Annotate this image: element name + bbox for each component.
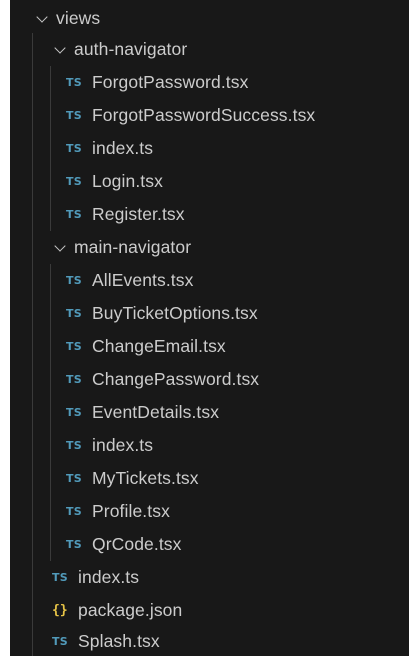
- folder-label: main-navigator: [74, 237, 192, 257]
- file-item-forgot-password-success[interactable]: TS ForgotPasswordSuccess.tsx: [10, 99, 409, 132]
- chevron-down-icon: [54, 44, 66, 56]
- file-label: Login.tsx: [92, 171, 163, 191]
- typescript-file-icon: TS: [66, 142, 82, 155]
- typescript-file-icon: TS: [66, 175, 82, 188]
- file-label: index.ts: [78, 567, 140, 587]
- chevron-down-icon: [54, 242, 66, 254]
- file-label: QrCode.tsx: [92, 534, 182, 554]
- file-item-forgot-password[interactable]: TS ForgotPassword.tsx: [10, 66, 409, 99]
- typescript-file-icon: TS: [66, 538, 82, 551]
- file-label: Splash.tsx: [78, 631, 160, 651]
- file-label: index.ts: [92, 138, 154, 158]
- file-item-profile[interactable]: TS Profile.tsx: [10, 495, 409, 528]
- folder-label: auth-navigator: [74, 39, 188, 59]
- typescript-file-icon: TS: [66, 307, 82, 320]
- typescript-file-icon: TS: [66, 472, 82, 485]
- file-label: index.ts: [92, 435, 154, 455]
- typescript-file-icon: TS: [66, 340, 82, 353]
- file-label: ForgotPasswordSuccess.tsx: [92, 105, 316, 125]
- typescript-file-icon: TS: [66, 109, 82, 122]
- file-label: ChangePassword.tsx: [92, 369, 260, 389]
- file-label: ChangeEmail.tsx: [92, 336, 226, 356]
- file-item-change-email[interactable]: TS ChangeEmail.tsx: [10, 330, 409, 363]
- typescript-file-icon: TS: [66, 439, 82, 452]
- typescript-file-icon: TS: [66, 208, 82, 221]
- file-label: BuyTicketOptions.tsx: [92, 303, 258, 323]
- file-label: ForgotPassword.tsx: [92, 72, 249, 92]
- file-item-auth-index[interactable]: TS index.ts: [10, 132, 409, 165]
- chevron-down-icon: [36, 13, 48, 25]
- folder-auth-navigator[interactable]: auth-navigator: [10, 33, 409, 66]
- json-file-icon: {}: [52, 603, 68, 618]
- typescript-file-icon: TS: [66, 373, 82, 386]
- file-item-register[interactable]: TS Register.tsx: [10, 198, 409, 231]
- typescript-file-icon: TS: [66, 76, 82, 89]
- typescript-file-icon: TS: [66, 406, 82, 419]
- folder-main-navigator[interactable]: main-navigator: [10, 231, 409, 264]
- file-label: package.json: [78, 600, 183, 620]
- folder-label: views: [56, 8, 101, 28]
- typescript-file-icon: TS: [66, 274, 82, 287]
- file-item-change-password[interactable]: TS ChangePassword.tsx: [10, 363, 409, 396]
- file-label: AllEvents.tsx: [92, 270, 194, 290]
- file-label: MyTickets.tsx: [92, 468, 199, 488]
- file-item-main-index[interactable]: TS index.ts: [10, 429, 409, 462]
- typescript-file-icon: TS: [52, 635, 68, 648]
- file-item-package-json[interactable]: {} package.json: [10, 594, 409, 627]
- file-item-views-index[interactable]: TS index.ts: [10, 561, 409, 594]
- file-label: EventDetails.tsx: [92, 402, 220, 422]
- file-explorer: views auth-navigator TS ForgotPassword.t…: [0, 0, 409, 656]
- file-item-splash[interactable]: TS Splash.tsx: [10, 625, 409, 656]
- folder-views[interactable]: views: [10, 2, 409, 35]
- file-item-event-details[interactable]: TS EventDetails.tsx: [10, 396, 409, 429]
- file-label: Profile.tsx: [92, 501, 170, 521]
- file-item-login[interactable]: TS Login.tsx: [10, 165, 409, 198]
- file-item-all-events[interactable]: TS AllEvents.tsx: [10, 264, 409, 297]
- file-item-buy-ticket-options[interactable]: TS BuyTicketOptions.tsx: [10, 297, 409, 330]
- typescript-file-icon: TS: [66, 505, 82, 518]
- file-label: Register.tsx: [92, 204, 185, 224]
- typescript-file-icon: TS: [52, 571, 68, 584]
- file-item-my-tickets[interactable]: TS MyTickets.tsx: [10, 462, 409, 495]
- file-item-qr-code[interactable]: TS QrCode.tsx: [10, 528, 409, 561]
